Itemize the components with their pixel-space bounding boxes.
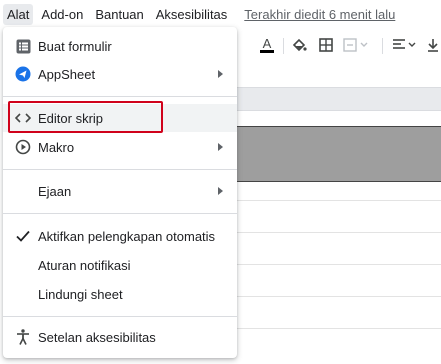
menu-alat[interactable]: Alat: [3, 3, 34, 25]
macro-play-icon: [15, 139, 31, 155]
menu-item-label: Aktifkan pelengkapan otomatis: [38, 228, 216, 244]
formatting-toolbar: A: [236, 30, 441, 60]
menu-bar: Alat Add-on Bantuan Aksesibilitas Terakh…: [0, 0, 441, 28]
svg-text:A: A: [263, 36, 272, 51]
menu-divider: [3, 96, 237, 97]
menu-item-buat-formulir[interactable]: Buat formulir: [3, 32, 237, 60]
menu-item-lindungi-sheet[interactable]: Lindungi sheet: [3, 280, 237, 308]
borders-icon[interactable]: [316, 30, 336, 60]
menu-item-appsheet[interactable]: AppSheet: [3, 60, 237, 88]
checkmark-icon: [15, 228, 31, 244]
menu-item-aktifkan-pelengkapan-otomatis[interactable]: Aktifkan pelengkapan otomatis: [3, 222, 237, 250]
fill-color-icon[interactable]: [289, 30, 309, 60]
menu-divider: [3, 169, 237, 170]
grid-row-line: [236, 264, 441, 265]
menu-item-setelan-aksesibilitas[interactable]: Setelan aksesibilitas: [3, 323, 237, 351]
menu-add-on[interactable]: Add-on: [37, 4, 87, 25]
submenu-arrow-icon: [218, 187, 223, 195]
tools-dropdown-menu: Buat formulir AppSheet Editor skrip Makr…: [3, 27, 237, 358]
menu-aksesibilitas[interactable]: Aksesibilitas: [152, 4, 232, 25]
last-edit-link[interactable]: Terakhir diedit 6 menit lalu: [244, 7, 395, 22]
menu-item-label: AppSheet: [38, 66, 96, 82]
accessibility-icon: [15, 329, 31, 345]
menu-bantuan[interactable]: Bantuan: [91, 4, 147, 25]
column-header-band: [236, 87, 441, 111]
grid-row-line: [236, 296, 441, 297]
vertical-align-icon[interactable]: [426, 30, 440, 60]
form-icon: [15, 38, 31, 54]
grid-row-line: [236, 200, 441, 201]
menu-item-makro[interactable]: Makro: [3, 133, 237, 161]
merge-cells-icon[interactable]: [342, 30, 372, 60]
submenu-arrow-icon: [218, 70, 223, 78]
menu-item-aturan-notifikasi[interactable]: Aturan notifikasi: [3, 251, 237, 279]
menu-item-label: Lindungi sheet: [38, 286, 123, 302]
menu-item-label: Ejaan: [38, 183, 72, 199]
menu-item-label: Makro: [38, 139, 75, 155]
menu-item-label: Aturan notifikasi: [38, 257, 131, 273]
appsheet-icon: [15, 66, 31, 82]
menu-item-ejaan[interactable]: Ejaan: [3, 177, 237, 205]
grid-row-line: [236, 328, 441, 329]
menu-item-label: Buat formulir: [38, 38, 112, 54]
highlight-annotation-box: [8, 101, 163, 133]
horizontal-align-icon[interactable]: [391, 30, 419, 60]
text-color-icon[interactable]: A: [256, 30, 278, 60]
menu-divider: [3, 316, 237, 317]
menu-divider: [3, 213, 237, 214]
menu-item-label: Setelan aksesibilitas: [38, 329, 156, 345]
submenu-arrow-icon: [218, 143, 223, 151]
selected-cell-range: [236, 126, 441, 182]
grid-row-line: [236, 232, 441, 233]
